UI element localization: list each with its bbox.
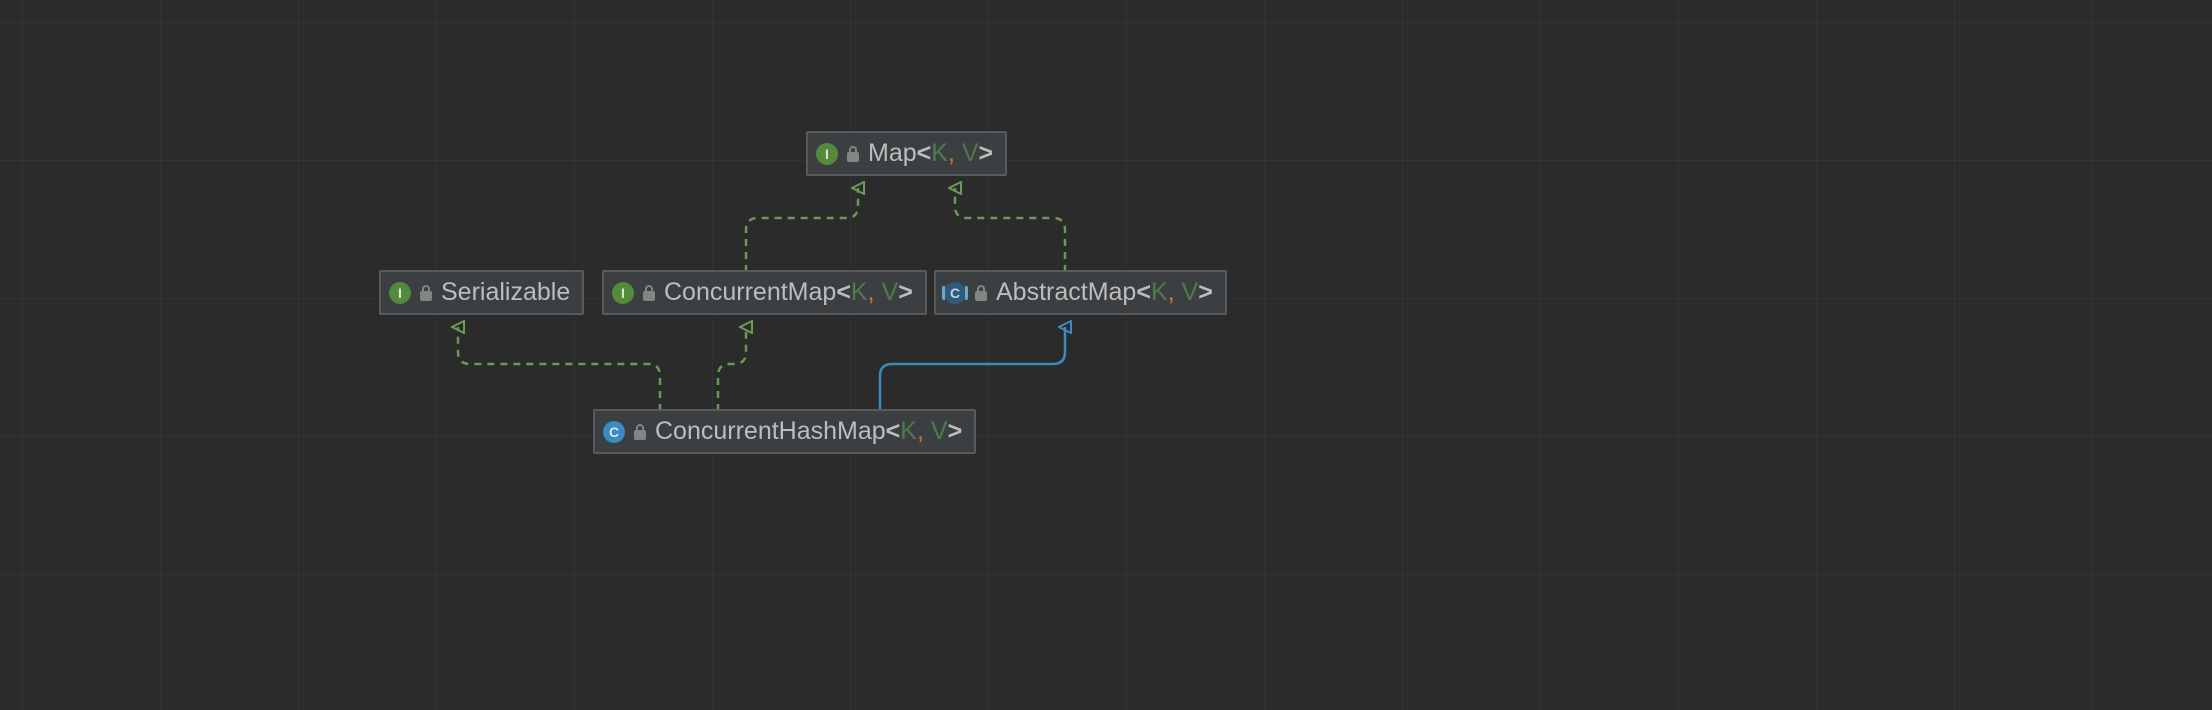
lock-icon xyxy=(419,285,433,301)
node-label: AbstractMap<K, V> xyxy=(996,278,1213,307)
interface-icon: I xyxy=(612,282,634,304)
interface-icon: I xyxy=(389,282,411,304)
node-abstractmap[interactable]: C AbstractMap<K, V> xyxy=(934,270,1227,315)
node-label: ConcurrentHashMap<K, V> xyxy=(655,417,962,446)
diagram-canvas[interactable]: I Map<K, V> I Serializable I ConcurrentM… xyxy=(0,0,2212,710)
node-map[interactable]: I Map<K, V> xyxy=(806,131,1007,176)
lock-icon xyxy=(846,146,860,162)
node-concurrenthashmap[interactable]: C ConcurrentHashMap<K, V> xyxy=(593,409,976,454)
lock-icon xyxy=(974,285,988,301)
lock-icon xyxy=(633,424,647,440)
class-icon: C xyxy=(603,421,625,443)
node-concurrentmap[interactable]: I ConcurrentMap<K, V> xyxy=(602,270,927,315)
node-serializable[interactable]: I Serializable xyxy=(379,270,584,315)
interface-icon: I xyxy=(816,143,838,165)
edge-chm-concurrentmap xyxy=(718,327,746,411)
node-label: Map<K, V> xyxy=(868,139,993,168)
node-label: Serializable xyxy=(441,278,570,307)
edge-chm-serializable xyxy=(458,327,660,411)
edge-abstractmap-map xyxy=(955,188,1065,272)
edge-layer xyxy=(0,0,2212,710)
abstract-class-icon: C xyxy=(944,282,966,304)
edge-chm-abstractmap xyxy=(880,327,1065,411)
lock-icon xyxy=(642,285,656,301)
edge-concurrentmap-map xyxy=(746,188,858,272)
node-label: ConcurrentMap<K, V> xyxy=(664,278,913,307)
